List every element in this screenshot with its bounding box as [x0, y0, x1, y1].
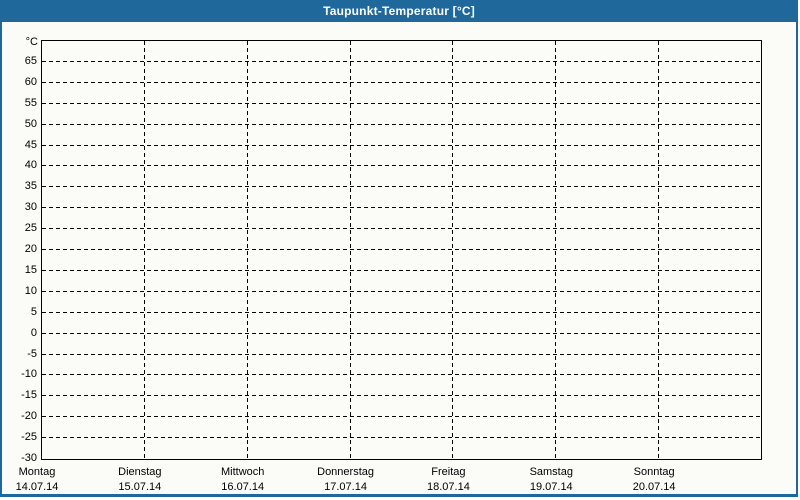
window-title-bar: Taupunkt-Temperatur [°C]: [2, 0, 796, 22]
y-tick-label: 10: [24, 285, 37, 297]
v-gridline: [144, 41, 145, 459]
x-day-label: Mittwoch: [221, 466, 265, 478]
h-gridline: [42, 249, 760, 250]
y-axis-unit-label: °C: [25, 36, 38, 48]
x-date-label: 19.07.14: [529, 481, 573, 493]
h-gridline: [42, 61, 760, 62]
h-gridline: [42, 374, 760, 375]
y-tick-label: 60: [24, 76, 37, 88]
y-tick-label: 15: [24, 264, 37, 276]
x-day-label: Montag: [18, 466, 56, 478]
y-tick-label: 0: [30, 327, 37, 339]
x-day-label: Samstag: [529, 466, 573, 478]
x-date-label: 14.07.14: [15, 481, 59, 493]
y-tick-label: -25: [21, 431, 37, 443]
v-gridline: [555, 41, 556, 459]
y-tick-label: 45: [24, 139, 37, 151]
h-gridline: [42, 103, 760, 104]
h-gridline: [42, 270, 760, 271]
h-gridline: [42, 145, 760, 146]
x-date-label: 17.07.14: [324, 481, 367, 493]
h-gridline: [42, 228, 760, 229]
x-day-label: Dienstag: [118, 466, 162, 478]
y-tick-label: 55: [24, 97, 37, 109]
h-gridline: [42, 416, 760, 417]
h-gridline: [42, 207, 760, 208]
y-tick-label: 65: [24, 55, 37, 67]
x-date-label: 20.07.14: [632, 481, 676, 493]
y-tick-label: -5: [27, 348, 37, 360]
y-tick-label: -15: [21, 389, 37, 401]
x-date-label: 15.07.14: [118, 481, 162, 493]
h-gridline: [42, 437, 760, 438]
y-tick-label: -20: [21, 410, 37, 422]
y-tick-label: 30: [24, 201, 37, 213]
h-gridline: [42, 165, 760, 166]
h-gridline: [42, 291, 760, 292]
y-tick-label: 50: [24, 118, 37, 130]
y-tick-label: 40: [24, 159, 37, 171]
x-day-label: Sonntag: [633, 466, 675, 478]
y-tick-label: 35: [24, 180, 37, 192]
h-gridline: [42, 186, 760, 187]
h-gridline: [42, 82, 760, 83]
y-tick-label: -30: [21, 452, 37, 464]
y-tick-label: -10: [21, 368, 37, 380]
v-gridline: [247, 41, 248, 459]
h-gridline: [42, 395, 760, 396]
y-tick-label: 25: [24, 222, 37, 234]
v-gridline: [350, 41, 351, 459]
h-gridline: [42, 333, 760, 334]
h-gridline: [42, 124, 760, 125]
x-day-label: Donnerstag: [317, 466, 374, 478]
v-gridline: [658, 41, 659, 459]
x-day-label: Freitag: [431, 466, 466, 478]
v-gridline: [452, 41, 453, 459]
h-gridline: [42, 312, 760, 313]
y-tick-label: 20: [24, 243, 37, 255]
h-gridline: [42, 354, 760, 355]
chart-window: Taupunkt-Temperatur [°C] °C 65 60 55 50 45 40…: [0, 0, 798, 497]
x-date-label: 18.07.14: [427, 481, 470, 493]
y-tick-label: 5: [30, 306, 37, 318]
x-date-label: 16.07.14: [221, 481, 265, 493]
